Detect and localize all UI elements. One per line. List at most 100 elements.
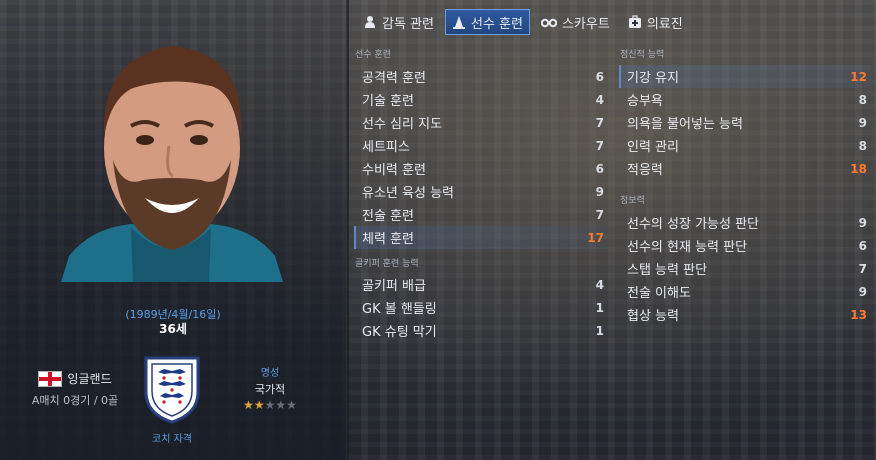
attribute-value: 7	[595, 115, 604, 130]
attribute-name: 전술 훈련	[362, 209, 414, 224]
tab-scouting[interactable]: 스카우트	[534, 9, 617, 35]
training-cone-icon	[452, 16, 465, 29]
attribute-name: 인력 관리	[627, 140, 679, 155]
star-filled-icon: ★	[253, 398, 265, 412]
coaching-badge-icon[interactable]	[142, 354, 202, 424]
section-title-mental: 정신적 능력	[620, 50, 665, 60]
attribute-row[interactable]: 체력 훈련 17	[354, 226, 608, 249]
attribute-row[interactable]: 협상 능력 13	[619, 303, 871, 326]
attribute-name: 체력 훈련	[362, 232, 414, 247]
attribute-row[interactable]: GK 슈팅 막기 1	[354, 319, 608, 342]
attribute-value: 4	[595, 92, 604, 107]
attribute-name: 승부욕	[627, 94, 663, 109]
knowledge-list: 선수의 성장 가능성 판단 9 선수의 현재 능력 판단 6 스탭 능력 판단 7 전…	[619, 211, 871, 326]
attribute-value: 7	[595, 207, 604, 222]
star-filled-icon: ★	[243, 398, 254, 412]
attribute-row[interactable]: 의욕을 불어넣는 능력 9	[619, 111, 871, 134]
attribute-name: GK 볼 핸들링	[362, 302, 437, 317]
attribute-tabs: 감독 관련 선수 훈련 스카우트 의료진	[356, 8, 690, 36]
attribute-row[interactable]: 수비력 훈련 6	[354, 157, 608, 180]
attribute-row[interactable]: 전술 이해도 9	[619, 280, 871, 303]
attribute-row[interactable]: 인력 관리 8	[619, 134, 871, 157]
attribute-row[interactable]: 선수 심리 지도 7	[354, 111, 608, 134]
staff-profile-panel: (1989년/4월/16일) 36세 잉글랜드 A매치 0경기 / 0골 코치 …	[0, 0, 346, 460]
attribute-value: 1	[595, 323, 604, 338]
attribute-row[interactable]: 골키퍼 배급 4	[354, 273, 608, 296]
panel-divider	[346, 0, 349, 460]
reputation-stars: ★★★★★	[225, 398, 315, 412]
attribute-name: 선수의 성장 가능성 판단	[627, 217, 759, 232]
attribute-row[interactable]: 승부욕 8	[619, 88, 871, 111]
attribute-name: 의욕을 불어넣는 능력	[627, 117, 743, 132]
attribute-value: 13	[850, 307, 867, 322]
attribute-name: 유소년 육성 능력	[362, 186, 454, 201]
reputation-label: 명성	[260, 368, 280, 379]
attribute-row[interactable]: 스탭 능력 판단 7	[619, 257, 871, 280]
attribute-value: 9	[595, 184, 604, 199]
binoculars-icon	[540, 18, 557, 28]
attribute-value: 7	[858, 261, 867, 276]
star-empty-icon: ★	[275, 398, 287, 412]
age: 36세	[159, 322, 187, 336]
reputation-block: 명성 국가적 ★★★★★	[225, 364, 315, 412]
attribute-name: 골키퍼 배급	[362, 279, 426, 294]
international-caps: A매치 0경기 / 0골	[31, 394, 119, 407]
tab-manager[interactable]: 감독 관련	[356, 9, 441, 35]
nationality-name: 잉글랜드	[67, 372, 112, 386]
attribute-row[interactable]: 적응력 18	[619, 157, 871, 180]
attribute-value: 6	[595, 69, 604, 84]
attribute-name: 스탭 능력 판단	[627, 263, 708, 278]
attribute-value: 4	[595, 277, 604, 292]
attribute-name: GK 슈팅 막기	[362, 325, 437, 340]
attribute-row[interactable]: 공격력 훈련 6	[354, 65, 608, 88]
attribute-value: 6	[595, 161, 604, 176]
attribute-value: 9	[858, 215, 867, 230]
attribute-row[interactable]: 선수의 현재 능력 판단 6	[619, 234, 871, 257]
attribute-value: 9	[858, 115, 867, 130]
tab-label: 감독 관련	[382, 16, 434, 32]
tab-training[interactable]: 선수 훈련	[444, 9, 530, 35]
person-icon	[365, 16, 375, 28]
medical-kit-icon	[628, 15, 641, 28]
staff-portrait	[61, 46, 283, 282]
attribute-value: 12	[850, 69, 867, 84]
attribute-row[interactable]: 기술 훈련 4	[354, 88, 608, 111]
reputation-value: 국가적	[254, 383, 286, 396]
tab-medical[interactable]: 의료진	[621, 9, 690, 35]
attribute-row[interactable]: 전술 훈련 7	[354, 203, 608, 226]
attribute-row[interactable]: GK 볼 핸들링 1	[354, 296, 608, 319]
coaching-badge-caption: 코치 자격	[152, 434, 192, 445]
attribute-row[interactable]: 세트피스 7	[354, 134, 608, 157]
attribute-name: 선수의 현재 능력 판단	[627, 240, 748, 255]
attribute-name: 세트피스	[362, 140, 410, 155]
star-empty-icon: ★	[264, 398, 276, 412]
nationality-block[interactable]: 잉글랜드 A매치 0경기 / 0골	[0, 370, 150, 408]
tab-label: 의료진	[646, 16, 683, 32]
attribute-name: 기강 유지	[627, 71, 679, 86]
training-list: 공격력 훈련 6 기술 훈련 4 선수 심리 지도 7 세트피스 7 수비력 훈련 6 유…	[354, 65, 608, 249]
england-flag-icon	[38, 370, 63, 387]
tab-label: 선수 훈련	[470, 16, 523, 32]
attribute-row[interactable]: 선수의 성장 가능성 판단 9	[619, 211, 871, 234]
attribute-name: 적응력	[627, 163, 663, 178]
attribute-row[interactable]: 유소년 육성 능력 9	[354, 180, 608, 203]
attribute-value: 8	[858, 138, 867, 153]
attribute-name: 선수 심리 지도	[362, 117, 443, 132]
tab-label: 스카우트	[561, 16, 610, 32]
attribute-value: 7	[595, 138, 604, 153]
section-title-training: 선수 훈련	[355, 50, 391, 60]
attribute-name: 기술 훈련	[362, 94, 414, 109]
attribute-value: 6	[858, 238, 867, 253]
attribute-value: 8	[858, 92, 867, 107]
attribute-value: 9	[858, 284, 867, 299]
attribute-name: 수비력 훈련	[362, 163, 426, 178]
attribute-name: 공격력 훈련	[362, 71, 426, 86]
attribute-row[interactable]: 기강 유지 12	[619, 65, 871, 88]
section-title-goalkeeping: 골키퍼 훈련 능력	[355, 259, 419, 269]
attribute-value: 18	[850, 161, 867, 176]
attribute-name: 협상 능력	[627, 309, 679, 324]
attribute-value: 17	[587, 230, 604, 245]
attribute-name: 전술 이해도	[627, 286, 691, 301]
star-empty-icon: ★	[286, 398, 297, 412]
goalkeeping-list: 골키퍼 배급 4 GK 볼 핸들링 1 GK 슈팅 막기 1	[354, 273, 608, 342]
